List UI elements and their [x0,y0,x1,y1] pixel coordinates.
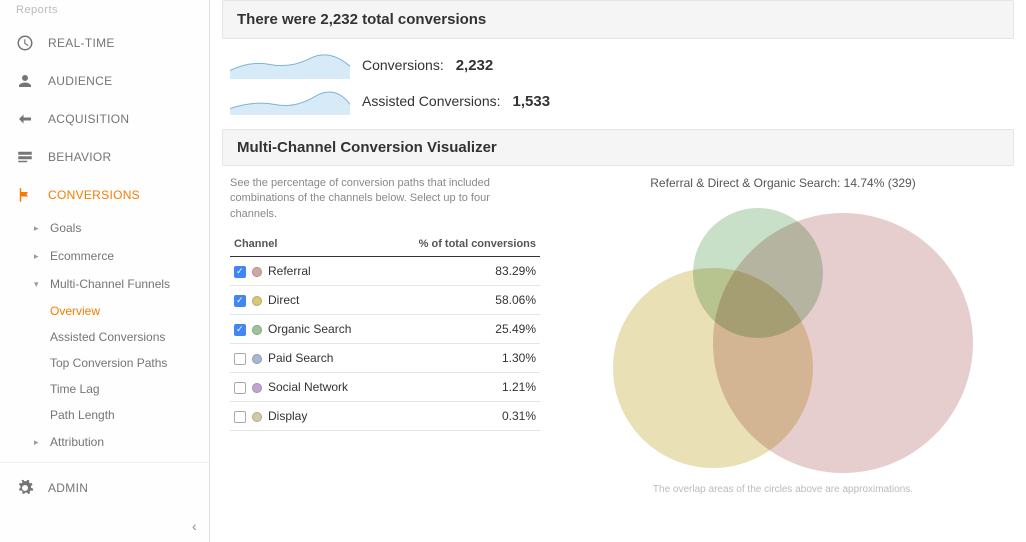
nav-label: ADMIN [48,481,88,495]
metric-conversions: Conversions: 2,232 [230,51,1006,79]
chevron-right-icon: ▸ [34,251,44,262]
channel-table: Channel % of total conversions Referral 8… [230,232,540,431]
sub-mcf[interactable]: ▾Multi-Channel Funnels [0,270,209,298]
metric-value: 1,533 [513,93,551,110]
channel-row[interactable]: Display 0.31% [230,402,540,431]
mcf-time-lag[interactable]: Time Lag [0,376,209,402]
gear-icon [16,479,34,497]
col-pct: % of total conversions [385,232,540,257]
channel-row[interactable]: Organic Search 25.49% [230,315,540,344]
nav-label: AUDIENCE [48,74,112,88]
channel-name: Paid Search [268,351,333,365]
channel-name: Referral [268,264,311,278]
channel-color-dot [252,412,262,422]
nav-admin[interactable]: ADMIN [0,469,209,507]
channel-pct: 1.30% [385,344,540,373]
visualizer-hint: See the percentage of conversion paths t… [230,176,540,222]
channel-name: Display [268,409,307,423]
channel-row[interactable]: Referral 83.29% [230,257,540,286]
venn-diagram [593,198,973,478]
channel-name: Organic Search [268,322,351,336]
behavior-icon [16,148,34,166]
metric-label: Assisted Conversions: [362,93,501,109]
channel-color-dot [252,267,262,277]
sidebar-collapse-handle[interactable]: ‹ [192,518,197,534]
channel-checkbox[interactable] [234,411,246,423]
summary-headline: There were 2,232 total conversions [222,0,1014,39]
venn-panel: Referral & Direct & Organic Search: 14.7… [560,176,1006,495]
metrics-block: Conversions: 2,232 Assisted Conversions:… [222,47,1014,129]
channel-pct: 83.29% [385,257,540,286]
sub-attribution[interactable]: ▸Attribution [0,428,209,456]
mcf-assisted[interactable]: Assisted Conversions [0,324,209,350]
clock-icon [16,34,34,52]
sparkline-conversions [230,51,350,79]
nav-audience[interactable]: AUDIENCE [0,62,209,100]
channel-color-dot [252,383,262,393]
sidebar: Reports REAL-TIME AUDIENCE ACQUISITION B… [0,0,210,542]
metric-assisted: Assisted Conversions: 1,533 [230,87,1006,115]
nav-label: BEHAVIOR [48,150,112,164]
nav-behavior[interactable]: BEHAVIOR [0,138,209,176]
mcf-overview[interactable]: Overview [0,298,209,324]
col-channel: Channel [230,232,385,257]
nav-acquisition[interactable]: ACQUISITION [0,100,209,138]
acquisition-icon [16,110,34,128]
channel-checkbox[interactable] [234,324,246,336]
chevron-right-icon: ▸ [34,437,44,448]
channel-row[interactable]: Social Network 1.21% [230,373,540,402]
channel-pct: 0.31% [385,402,540,431]
channel-row[interactable]: Direct 58.06% [230,286,540,315]
nav-realtime[interactable]: REAL-TIME [0,24,209,62]
channel-panel: See the percentage of conversion paths t… [230,176,540,495]
nav-label: CONVERSIONS [48,188,140,202]
channel-color-dot [252,296,262,306]
chevron-down-icon: ▾ [34,279,44,290]
nav-label: REAL-TIME [48,36,115,50]
channel-color-dot [252,354,262,364]
channel-row[interactable]: Paid Search 1.30% [230,344,540,373]
venn-title: Referral & Direct & Organic Search: 14.7… [560,176,1006,190]
venn-footnote: The overlap areas of the circles above a… [560,484,1006,495]
person-icon [16,72,34,90]
nav-label: ACQUISITION [48,112,129,126]
nav-conversions[interactable]: CONVERSIONS [0,176,209,214]
metric-value: 2,232 [456,57,494,74]
channel-checkbox[interactable] [234,382,246,394]
channel-checkbox[interactable] [234,295,246,307]
channel-pct: 1.21% [385,373,540,402]
metric-label: Conversions: [362,57,444,73]
channel-pct: 58.06% [385,286,540,315]
visualizer-header: Multi-Channel Conversion Visualizer [222,129,1014,166]
flag-icon [16,186,34,204]
channel-name: Direct [268,293,299,307]
main-content: There were 2,232 total conversions Conve… [210,0,1026,542]
mcf-top-paths[interactable]: Top Conversion Paths [0,350,209,376]
sub-goals[interactable]: ▸Goals [0,214,209,242]
channel-checkbox[interactable] [234,353,246,365]
sub-ecommerce[interactable]: ▸Ecommerce [0,242,209,270]
channel-checkbox[interactable] [234,266,246,278]
mcf-path-length[interactable]: Path Length [0,402,209,428]
reports-heading: Reports [0,0,209,24]
divider [0,462,209,463]
channel-pct: 25.49% [385,315,540,344]
channel-color-dot [252,325,262,335]
sparkline-assisted [230,87,350,115]
chevron-right-icon: ▸ [34,223,44,234]
venn-circle-organic [693,208,823,338]
channel-name: Social Network [268,380,348,394]
